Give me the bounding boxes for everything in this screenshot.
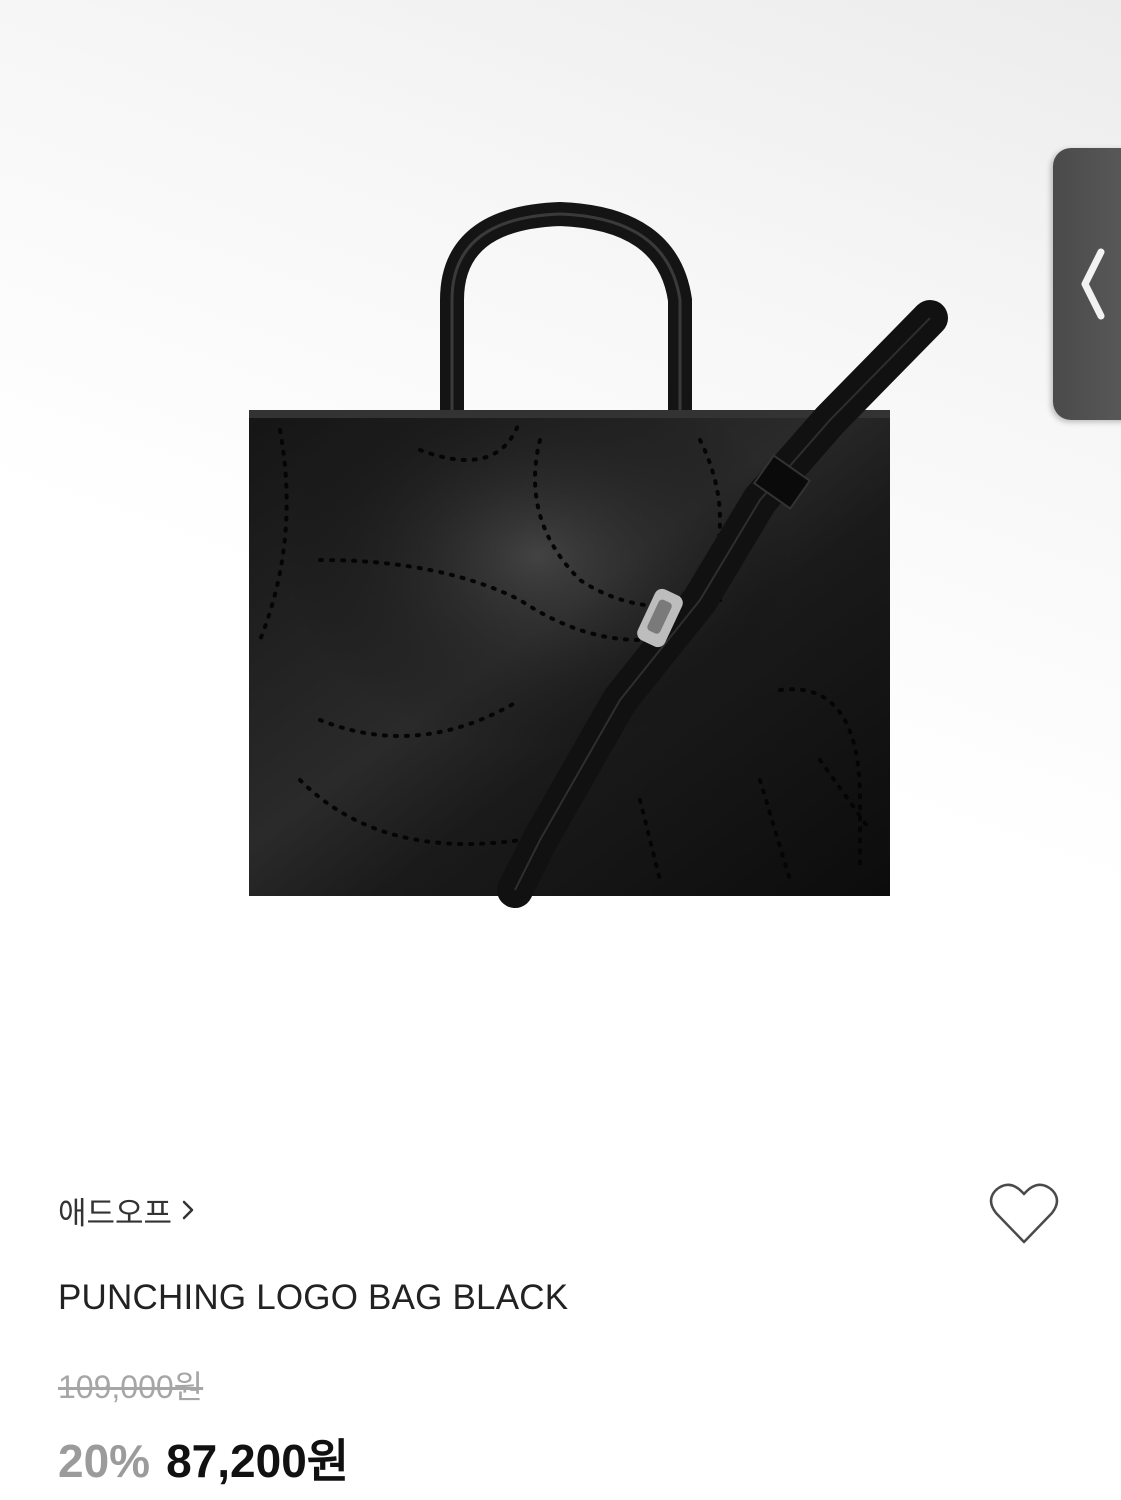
price-row: 20% 87,200원 — [58, 1425, 349, 1487]
product-image-area[interactable] — [0, 0, 1121, 1080]
product-image[interactable] — [0, 0, 1121, 1080]
product-title: PUNCHING LOGO BAG BLACK — [58, 1278, 569, 1317]
brand-name[interactable]: 애드오프 — [58, 1188, 172, 1233]
original-price: 109,000원 — [58, 1369, 204, 1405]
side-drawer-tab[interactable] — [1053, 148, 1121, 420]
chevron-left-icon — [1081, 248, 1105, 320]
discount-rate: 20% — [58, 1435, 151, 1487]
brand-link[interactable]: 애드오프 — [58, 1188, 196, 1233]
heart-outline-icon[interactable] — [988, 1180, 1060, 1246]
sale-price: 87,200원 — [166, 1435, 350, 1487]
chevron-right-icon — [182, 1200, 194, 1220]
